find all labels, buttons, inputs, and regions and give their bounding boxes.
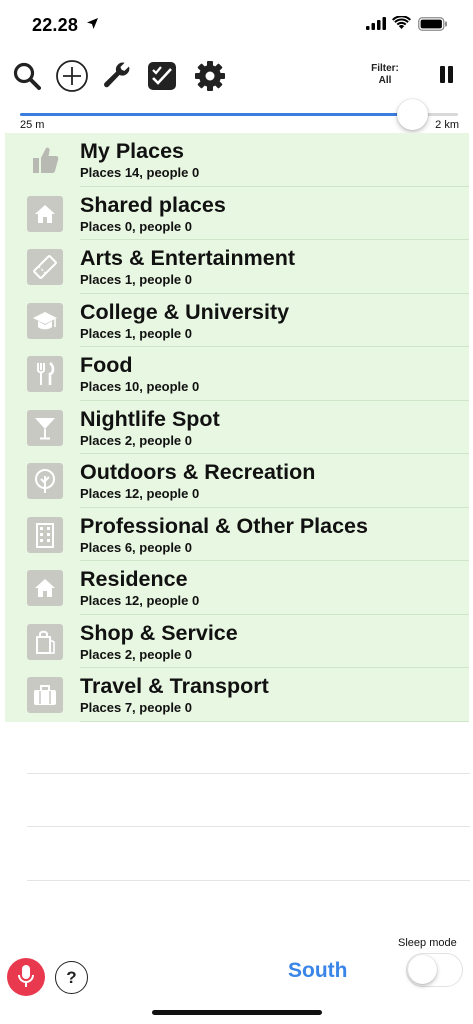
category-count: Places 10, people 0 xyxy=(80,379,200,394)
add-icon[interactable] xyxy=(55,59,89,93)
ticket-icon xyxy=(27,249,63,285)
slider-min-label: 25 m xyxy=(20,119,45,131)
category-count: Places 2, people 0 xyxy=(80,432,193,448)
category-count: Places 12, people 0 xyxy=(80,486,200,501)
shopping-bag-icon xyxy=(27,623,63,660)
category-title: Residence xyxy=(80,567,188,591)
category-list: My Places Places 14, people 0 Shared place… xyxy=(5,133,469,722)
wifi-icon xyxy=(392,16,411,29)
fork-knife-icon xyxy=(27,356,63,392)
category-title: Shop & Service xyxy=(80,620,238,645)
category-title: Travel & Transport xyxy=(80,674,269,698)
gear-icon[interactable] xyxy=(193,59,227,93)
location-arrow-icon xyxy=(87,18,98,29)
category-title: Arts & Entertainment xyxy=(80,246,296,270)
category-row[interactable]: Shared places Places 0, people 0 xyxy=(5,187,469,241)
category-count: Places 1, people 0 xyxy=(80,272,193,287)
toolbar: Filter: All xyxy=(0,55,473,97)
category-title: Outdoors & Recreation xyxy=(80,460,316,484)
slider-max-label: 2 km xyxy=(435,119,459,131)
category-title: Food xyxy=(80,353,133,377)
category-row[interactable]: Residence Places 12, people 0 xyxy=(5,561,469,615)
graduation-cap-icon xyxy=(27,302,63,339)
category-title: College & University xyxy=(80,299,290,324)
status-time: 22.28 xyxy=(32,15,79,35)
help-button[interactable]: ? xyxy=(55,961,88,994)
empty-row-divider xyxy=(27,880,470,881)
category-count: Places 1, people 0 xyxy=(80,325,193,341)
cocktail-glass-icon xyxy=(27,409,63,446)
category-row[interactable]: Professional & Other Places Places 6, peo… xyxy=(5,508,469,562)
toggle-knob xyxy=(408,955,437,984)
pause-button[interactable] xyxy=(438,64,454,86)
battery-icon xyxy=(418,17,447,31)
thumbs-up-icon xyxy=(27,142,63,178)
empty-row-divider xyxy=(27,826,470,827)
category-row[interactable]: My Places Places 14, people 0 xyxy=(5,133,469,187)
slider-track xyxy=(20,113,458,116)
category-title: Shared places xyxy=(80,192,226,217)
filter-value: All xyxy=(378,75,392,86)
category-count: Places 6, people 0 xyxy=(80,539,193,555)
category-row[interactable]: Shop & Service Places 2, people 0 xyxy=(5,615,469,669)
wrench-icon[interactable] xyxy=(100,59,134,93)
slider-thumb[interactable] xyxy=(397,99,428,130)
cellular-signal-icon xyxy=(366,17,386,30)
category-title: Professional & Other Places xyxy=(80,513,368,538)
checklist-icon[interactable] xyxy=(145,59,179,93)
house-icon xyxy=(27,570,63,606)
category-row[interactable]: Nightlife Spot Places 2, people 0 xyxy=(5,401,469,455)
empty-row-divider xyxy=(27,773,470,774)
pause-icon xyxy=(440,66,445,83)
category-title: Nightlife Spot xyxy=(80,406,220,431)
status-bar: 22.28 xyxy=(0,0,473,50)
filter-label: Filter: xyxy=(371,63,399,74)
category-count: Places 2, people 0 xyxy=(80,646,193,662)
distance-slider[interactable] xyxy=(20,98,458,134)
sleep-mode-label: Sleep mode xyxy=(398,937,457,949)
tree-icon xyxy=(27,463,63,499)
category-count: Places 7, people 0 xyxy=(80,700,193,715)
office-building-icon xyxy=(27,516,63,553)
search-icon[interactable] xyxy=(10,59,44,93)
category-row[interactable]: Travel & Transport Places 7, people 0 xyxy=(5,668,469,722)
house-icon xyxy=(27,195,63,232)
category-title: My Places xyxy=(80,139,184,163)
home-indicator xyxy=(152,1010,322,1015)
category-count: Places 14, people 0 xyxy=(80,165,200,180)
suitcase-icon xyxy=(27,677,63,713)
category-row[interactable]: Outdoors & Recreation Places 12, people 0 xyxy=(5,454,469,508)
filter-indicator[interactable]: Filter: All xyxy=(362,63,408,87)
category-row[interactable]: Arts & Entertainment Places 1, people 0 xyxy=(5,240,469,294)
category-count: Places 0, people 0 xyxy=(80,218,193,234)
sleep-mode-toggle[interactable] xyxy=(406,953,463,987)
direction-label: South xyxy=(288,959,348,982)
slider-fill xyxy=(20,113,412,116)
category-row[interactable]: College & University Places 1, people 0 xyxy=(5,294,469,348)
category-row[interactable]: Food Places 10, people 0 xyxy=(5,347,469,401)
category-count: Places 12, people 0 xyxy=(80,593,200,608)
microphone-button[interactable] xyxy=(7,958,45,996)
microphone-icon xyxy=(18,965,34,987)
